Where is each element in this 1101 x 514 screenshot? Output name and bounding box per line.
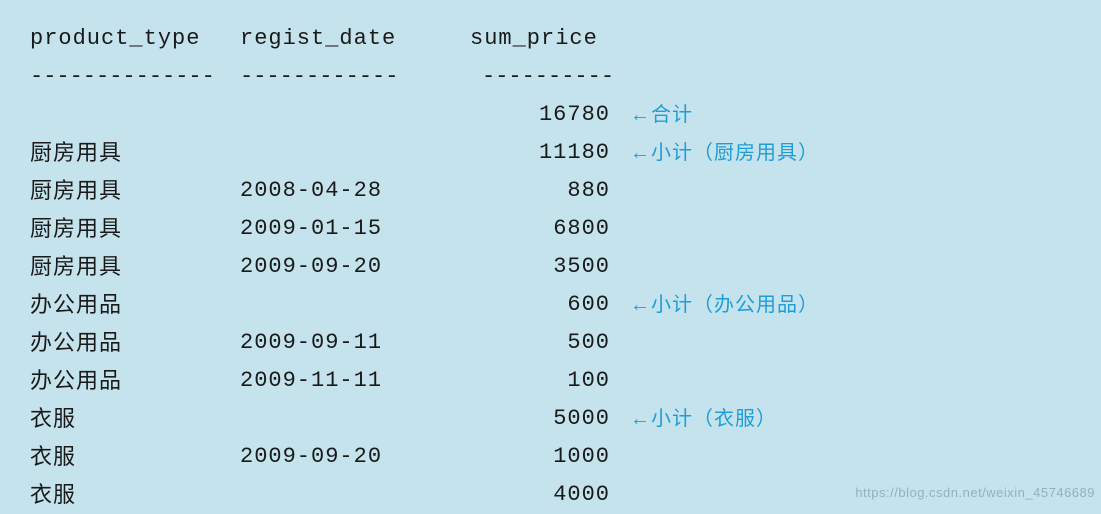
dash-regist-date: ------------ — [240, 58, 440, 96]
cell-product-type: 办公用品 — [30, 324, 240, 362]
cell-regist-date: 2009-11-11 — [240, 362, 440, 400]
table-row: 办公用品 2009-09-11 500 — [30, 324, 1071, 362]
cell-regist-date: 2009-09-11 — [240, 324, 440, 362]
cell-product-type: 厨房用具 — [30, 210, 240, 248]
dash-sum-price: ---------- — [440, 58, 610, 96]
table-row: 厨房用具 2009-01-15 6800 — [30, 210, 1071, 248]
table-dash-row: -------------- ------------ ---------- — [30, 58, 1071, 96]
header-product-type: product_type — [30, 20, 240, 58]
cell-regist-date: 2008-04-28 — [240, 172, 440, 210]
header-regist-date: regist_date — [240, 20, 440, 58]
dash-product-type: -------------- — [30, 58, 240, 96]
cell-regist-date: 2009-01-15 — [240, 210, 440, 248]
cell-product-type: 厨房用具 — [30, 172, 240, 210]
cell-regist-date: 2009-09-20 — [240, 248, 440, 286]
cell-sum-price: 3500 — [440, 248, 610, 286]
cell-product-type: 衣服 — [30, 476, 240, 514]
cell-sum-price: 6800 — [440, 210, 610, 248]
table-row: 厨房用具 2009-09-20 3500 — [30, 248, 1071, 286]
cell-sum-price: 4000 — [440, 476, 610, 514]
annotation-subtotal: ←小计（厨房用具） — [630, 134, 819, 172]
header-sum-price: sum_price — [440, 20, 610, 58]
cell-product-type: 办公用品 — [30, 286, 240, 324]
table-row: 办公用品 600 ←小计（办公用品） — [30, 286, 1071, 324]
cell-sum-price: 16780 — [440, 96, 610, 134]
cell-sum-price: 500 — [440, 324, 610, 362]
watermark: https://blog.csdn.net/weixin_45746689 — [855, 485, 1095, 500]
table-header-row: product_type regist_date sum_price — [30, 20, 1071, 58]
cell-product-type: 衣服 — [30, 438, 240, 476]
annotation-subtotal: ←小计（办公用品） — [630, 286, 819, 324]
cell-sum-price: 880 — [440, 172, 610, 210]
table-row: 衣服 2009-09-20 1000 — [30, 438, 1071, 476]
cell-product-type: 办公用品 — [30, 362, 240, 400]
annotation-total: ←合计 — [630, 96, 693, 134]
cell-regist-date: 2009-09-20 — [240, 438, 440, 476]
cell-product-type: 衣服 — [30, 400, 240, 438]
cell-sum-price: 100 — [440, 362, 610, 400]
cell-product-type: 厨房用具 — [30, 134, 240, 172]
cell-product-type: 厨房用具 — [30, 248, 240, 286]
cell-sum-price: 5000 — [440, 400, 610, 438]
table-row: 16780 ←合计 — [30, 96, 1071, 134]
table-row: 厨房用具 2008-04-28 880 — [30, 172, 1071, 210]
annotation-subtotal: ←小计（衣服） — [630, 400, 777, 438]
table-row: 办公用品 2009-11-11 100 — [30, 362, 1071, 400]
cell-sum-price: 600 — [440, 286, 610, 324]
table-row: 衣服 5000 ←小计（衣服） — [30, 400, 1071, 438]
cell-sum-price: 11180 — [440, 134, 610, 172]
cell-sum-price: 1000 — [440, 438, 610, 476]
table-row: 厨房用具 11180 ←小计（厨房用具） — [30, 134, 1071, 172]
